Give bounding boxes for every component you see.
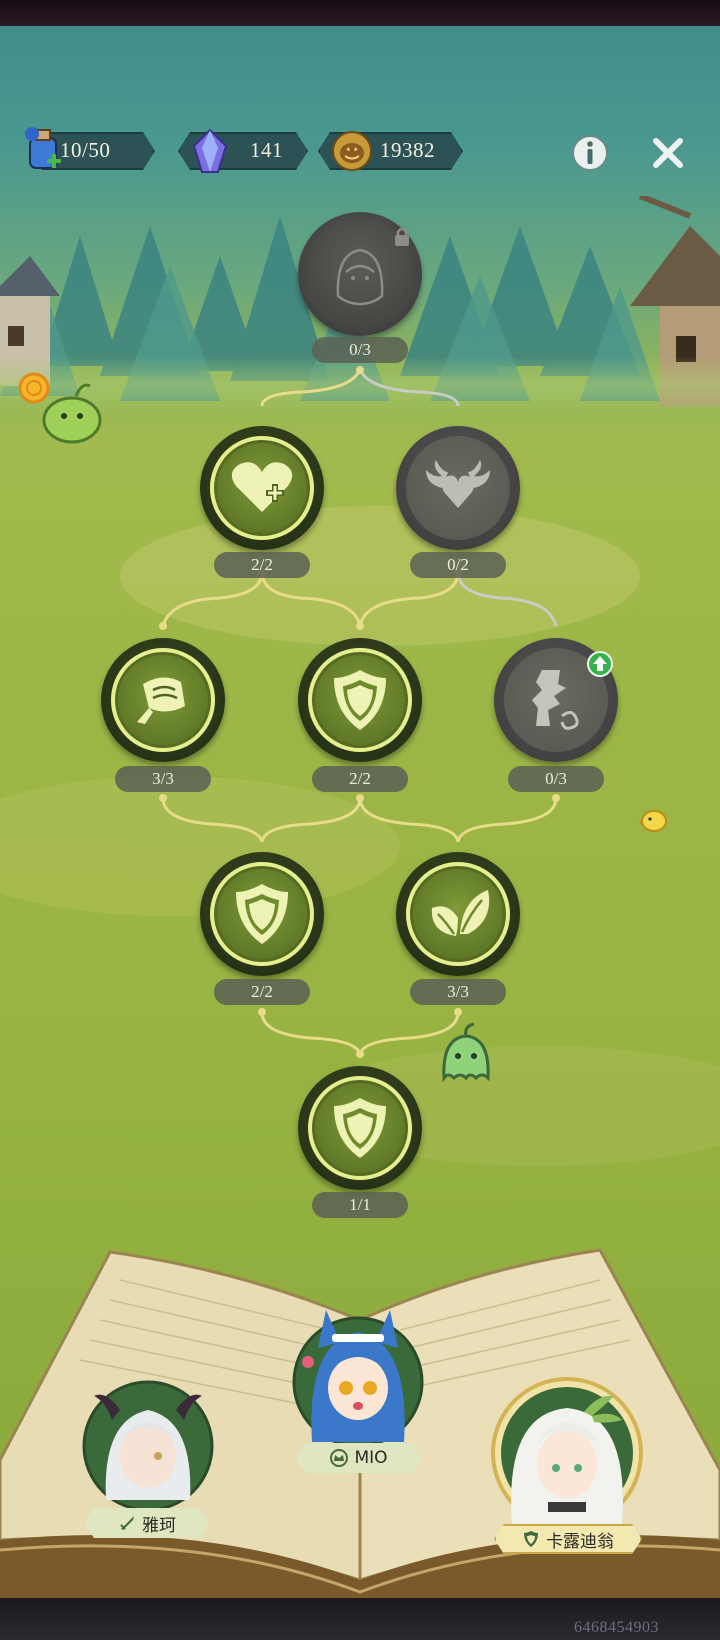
- skill-count-bandage: 3/3: [115, 766, 211, 792]
- character-yake[interactable]: [76, 1380, 216, 1512]
- skill-node-winged-heart[interactable]: [396, 426, 520, 550]
- upgrade-arrow-icon: [587, 651, 613, 677]
- shield-icon: [522, 1530, 540, 1548]
- nameplate-kaludiweng[interactable]: 卡露迪翁: [494, 1524, 642, 1554]
- potion-icon[interactable]: [22, 124, 68, 176]
- character-portrait-icon: [336, 248, 384, 306]
- skill-count-shield-2: 2/2: [214, 979, 310, 1005]
- crown-icon: [330, 1449, 348, 1467]
- skill-count-winged-heart: 0/2: [410, 552, 506, 578]
- pumpkin-coin-icon: [332, 131, 372, 171]
- sword-icon: [118, 1514, 136, 1532]
- skill-count-broken-column: 0/3: [508, 766, 604, 792]
- shield-icon: [334, 1098, 386, 1158]
- winged-heart-icon: [426, 460, 490, 508]
- nameplate-yake[interactable]: 雅珂: [84, 1508, 210, 1538]
- close-button[interactable]: [648, 133, 688, 173]
- skill-node-top[interactable]: [298, 212, 422, 336]
- skill-node-shield-1[interactable]: [298, 638, 422, 762]
- crystal-icon: [192, 128, 228, 173]
- character-portrait: [292, 1310, 424, 1448]
- skill-node-shield-2[interactable]: [200, 852, 324, 976]
- info-icon: [572, 135, 608, 171]
- skill-node-leaf[interactable]: [396, 852, 520, 976]
- skill-count-heal: 2/2: [214, 552, 310, 578]
- leaf-icon: [431, 890, 490, 936]
- skill-count-leaf: 3/3: [410, 979, 506, 1005]
- gem-value: 141: [250, 138, 283, 162]
- character-kaludiweng-selected[interactable]: [488, 1374, 646, 1532]
- skill-node-heal[interactable]: [200, 426, 324, 550]
- shield-icon: [334, 670, 386, 730]
- skill-node-shield-3[interactable]: [298, 1066, 422, 1190]
- skill-count-shield-1: 2/2: [312, 766, 408, 792]
- close-icon: [653, 138, 683, 168]
- character-portrait: [82, 1380, 214, 1512]
- coin-value: 19382: [380, 138, 435, 162]
- nameplate-mio[interactable]: MIO: [296, 1443, 422, 1473]
- skill-tree-screen: 10/50 141 19382 0/3 2/2 0/2 3/3 2/2 0/3 …: [0, 0, 720, 1640]
- shield-icon: [236, 884, 288, 944]
- character-name-mio: MIO: [354, 1448, 388, 1468]
- bandage-icon: [137, 677, 185, 724]
- character-mio[interactable]: [288, 1302, 428, 1452]
- skill-node-broken-column[interactable]: [494, 638, 618, 762]
- info-button[interactable]: [570, 133, 610, 173]
- character-name-yake: 雅珂: [142, 1515, 176, 1536]
- skill-count-top: 0/3: [312, 337, 408, 363]
- heart-plus-icon: [231, 462, 293, 512]
- skill-node-bandage[interactable]: [101, 638, 225, 762]
- broken-column-icon: [532, 670, 579, 730]
- character-portrait: [491, 1377, 643, 1529]
- watermark-id: 6468454903: [574, 1619, 659, 1636]
- lock-icon: [395, 227, 409, 246]
- character-name-kaludiweng: 卡露迪翁: [546, 1531, 614, 1552]
- skill-count-shield-3: 1/1: [312, 1192, 408, 1218]
- top-frame-bar: [0, 0, 720, 28]
